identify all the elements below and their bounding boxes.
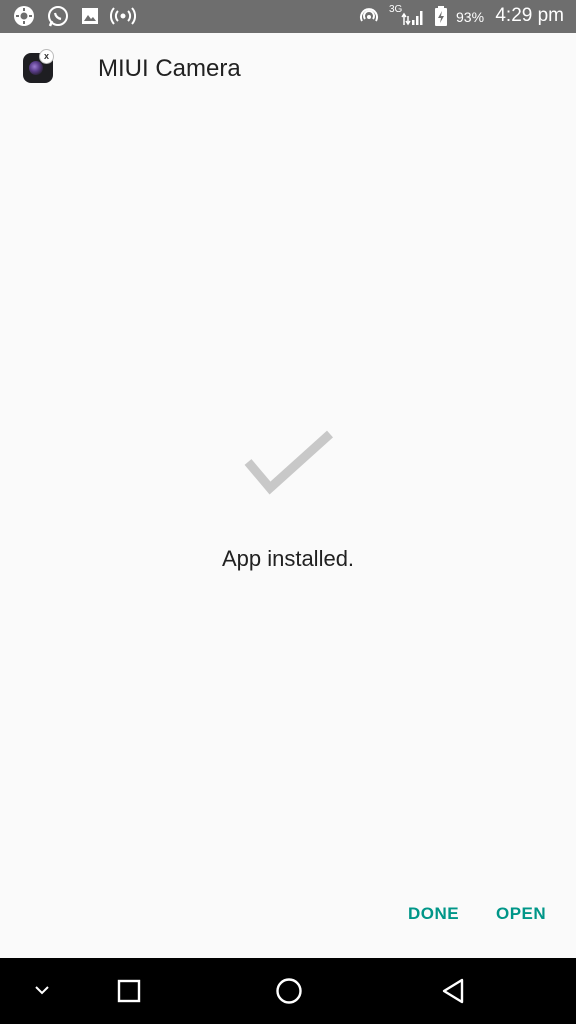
app-name: MIUI Camera: [98, 55, 241, 82]
navigation-bar: [0, 958, 576, 1024]
whatsapp-icon: [48, 6, 68, 27]
install-status-message: App installed.: [221, 546, 355, 571]
status-clock: 4:29 pm: [495, 5, 564, 26]
done-button[interactable]: DONE: [408, 904, 459, 924]
open-button[interactable]: OPEN: [496, 904, 546, 924]
gallery-icon: [82, 8, 98, 24]
close-badge-icon: x: [39, 49, 54, 64]
camera-lens-icon: [29, 61, 43, 75]
battery-percent: 93%: [456, 9, 485, 25]
signal-icon: [401, 11, 423, 26]
checkmark-icon: [244, 430, 334, 495]
nfc-icon: [360, 8, 378, 22]
settings-icon: [14, 6, 34, 26]
recents-icon[interactable]: [116, 978, 142, 1004]
back-icon[interactable]: [440, 976, 468, 1006]
status-bar: 3G 93% 4:29 pm: [0, 0, 576, 33]
collapse-icon[interactable]: [32, 982, 52, 998]
hotspot-icon: [110, 7, 136, 25]
app-header: x MIUI Camera: [0, 33, 576, 108]
home-icon[interactable]: [274, 976, 304, 1006]
battery-charging-icon: [435, 6, 447, 26]
miui-camera-app-icon: x: [23, 49, 54, 83]
